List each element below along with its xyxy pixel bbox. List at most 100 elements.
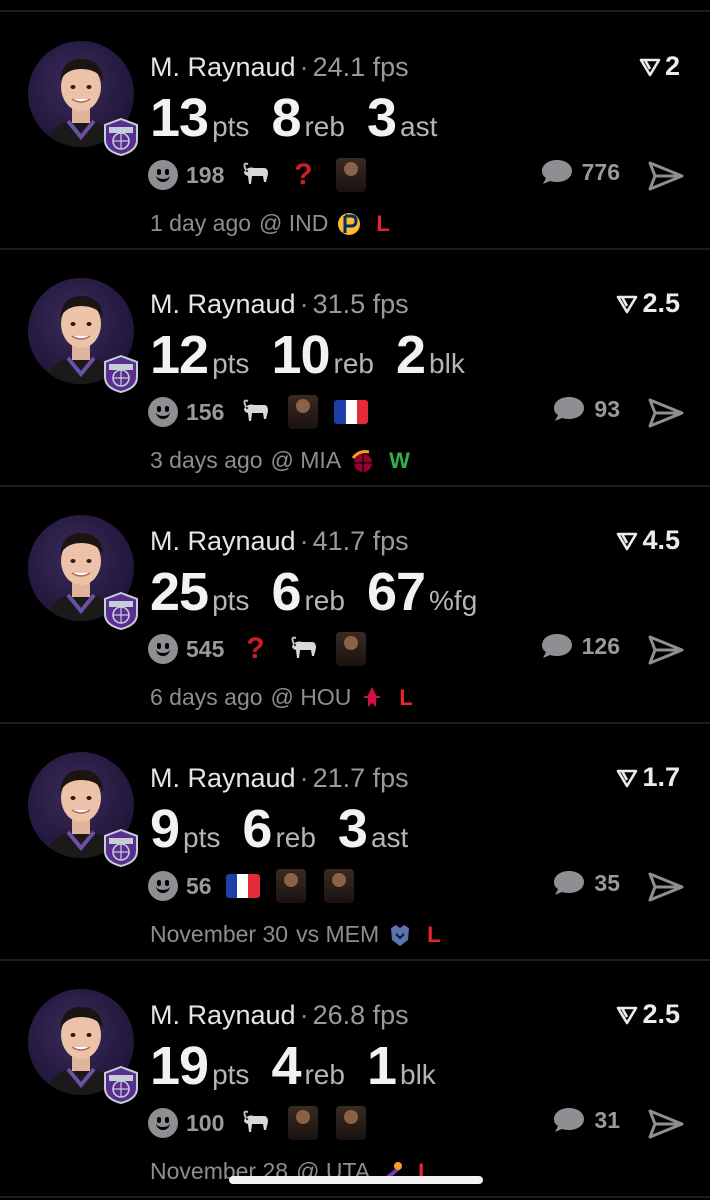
comment-count: 31 [594,1106,620,1133]
post-card[interactable]: M. Raynaud · 41.7 fps 4.5 25 pts 6 reb 67 %fg 5… [0,487,710,724]
smile-reaction[interactable]: 545 [148,634,224,664]
stat-value: 3 [337,799,368,859]
post-header: M. Raynaud · 31.5 fps [150,288,409,320]
post-header: M. Raynaud · 26.8 fps [150,999,409,1031]
comments-button[interactable]: 776 [540,158,620,186]
smile-icon [148,160,178,190]
stat-unit: blk [429,348,465,379]
post-card[interactable]: M. Raynaud · 24.1 fps 2 13 pts 8 reb 3 ast 198 … [0,13,710,250]
stat-unit: blk [400,1059,436,1090]
prop-line-value: 1.7 [642,762,680,792]
player-name[interactable]: M. Raynaud [150,1000,296,1030]
france-flag-icon[interactable] [334,395,369,429]
kings-logo-icon [104,829,138,867]
stat-unit: reb [304,585,345,616]
fantasy-points: 41.7 fps [312,526,409,556]
meme-photo-icon[interactable] [322,869,356,903]
smile-reaction[interactable]: 100 [148,1108,224,1138]
post-feed[interactable]: M. Raynaud · 24.1 fps 2 13 pts 8 reb 3 ast 198 … [0,13,710,1198]
player-name[interactable]: M. Raynaud [150,763,296,793]
meme-photo-icon[interactable] [274,869,308,903]
separator-dot: · [299,1000,309,1030]
player-name[interactable]: M. Raynaud [150,52,296,82]
smile-reaction[interactable]: 56 [148,871,212,901]
meme-photo-icon[interactable] [286,1106,320,1140]
post-card[interactable]: M. Raynaud · 21.7 fps 1.7 9 pts 6 reb 3 ast 56 … [0,724,710,961]
player-name[interactable]: M. Raynaud [150,289,296,319]
comments-button[interactable]: 35 [552,869,620,897]
reaction-emojis [225,869,356,903]
share-send-icon[interactable] [648,397,684,429]
game-meta: November 30 vs MEM L [150,921,441,948]
player-name[interactable]: M. Raynaud [150,526,296,556]
share-send-icon[interactable] [648,160,684,192]
meme-photo-icon[interactable] [334,632,368,666]
prop-line-badge[interactable]: 2.5 [616,288,680,319]
smile-icon [148,871,178,901]
stat-value: 67 [366,562,426,622]
pacers-logo-icon [336,211,362,237]
stat-unit: pts [212,348,250,379]
prop-line-value: 2.5 [642,288,680,318]
game-result: L [427,921,441,947]
share-send-icon[interactable] [648,871,684,903]
kings-logo-icon [104,592,138,630]
stat-value: 2 [395,325,426,385]
goat-icon[interactable] [238,395,272,429]
kings-logo-icon [104,355,138,393]
goat-icon[interactable] [286,632,320,666]
prop-line-badge[interactable]: 2.5 [616,999,680,1030]
prop-line-badge[interactable]: 4.5 [616,525,680,556]
reaction-bar: 156 [148,395,369,429]
stat-unit: pts [183,822,221,853]
reaction-bar: 545 ? [148,632,368,666]
prop-line-badge[interactable]: 1.7 [616,762,680,793]
comment-bubble-icon [554,397,585,421]
separator-dot: · [299,763,309,793]
line-funnel-icon [617,295,638,313]
prop-line-badge[interactable]: 2 [639,51,680,82]
stat-value: 3 [366,88,397,148]
france-flag-icon[interactable] [225,869,260,903]
reaction-emojis: ? [238,158,368,192]
fantasy-points: 26.8 fps [312,1000,409,1030]
share-send-icon[interactable] [648,1108,684,1140]
stat-value: 12 [150,325,209,385]
game-meta: 6 days ago @ HOU L [150,684,413,711]
kings-logo-icon [104,118,138,156]
stat-line: 9 pts 6 reb 3 ast [150,798,430,860]
stat-value: 13 [150,88,209,148]
smile-count: 545 [186,635,225,662]
post-card[interactable]: M. Raynaud · 31.5 fps 2.5 12 pts 10 reb 2 blk 1… [0,250,710,487]
stat-unit: pts [212,585,250,616]
stat-line: 25 pts 6 reb 67 %fg [150,561,499,623]
stat-unit: reb [275,822,316,853]
fantasy-points: 24.1 fps [312,52,409,82]
meme-photo-icon[interactable] [334,158,368,192]
smile-reaction[interactable]: 198 [148,160,224,190]
reaction-bar: 100 [148,1106,368,1140]
meme-photo-icon[interactable] [286,395,320,429]
stat-unit: reb [304,1059,345,1090]
post-card[interactable]: M. Raynaud · 26.8 fps 2.5 19 pts 4 reb 1 blk 10… [0,961,710,1198]
stat-value: 6 [271,562,301,622]
game-result: L [399,684,413,710]
fantasy-points: 31.5 fps [312,289,409,319]
game-meta: 1 day ago @ IND L [150,210,390,237]
smile-reaction[interactable]: 156 [148,397,224,427]
comments-button[interactable]: 126 [540,632,620,660]
question-icon[interactable]: ? [286,158,320,192]
goat-icon[interactable] [238,1106,272,1140]
line-funnel-icon [639,58,661,76]
stat-value: 8 [271,88,301,148]
comments-button[interactable]: 31 [552,1106,620,1134]
game-venue: @ HOU [270,684,352,710]
stat-unit: %fg [429,585,478,616]
comments-button[interactable]: 93 [552,395,620,423]
share-send-icon[interactable] [648,634,684,666]
question-icon[interactable]: ? [238,632,272,666]
goat-icon[interactable] [238,158,272,192]
meme-photo-icon[interactable] [334,1106,368,1140]
comment-bubble-icon [541,160,572,184]
game-venue: @ IND [259,210,329,236]
